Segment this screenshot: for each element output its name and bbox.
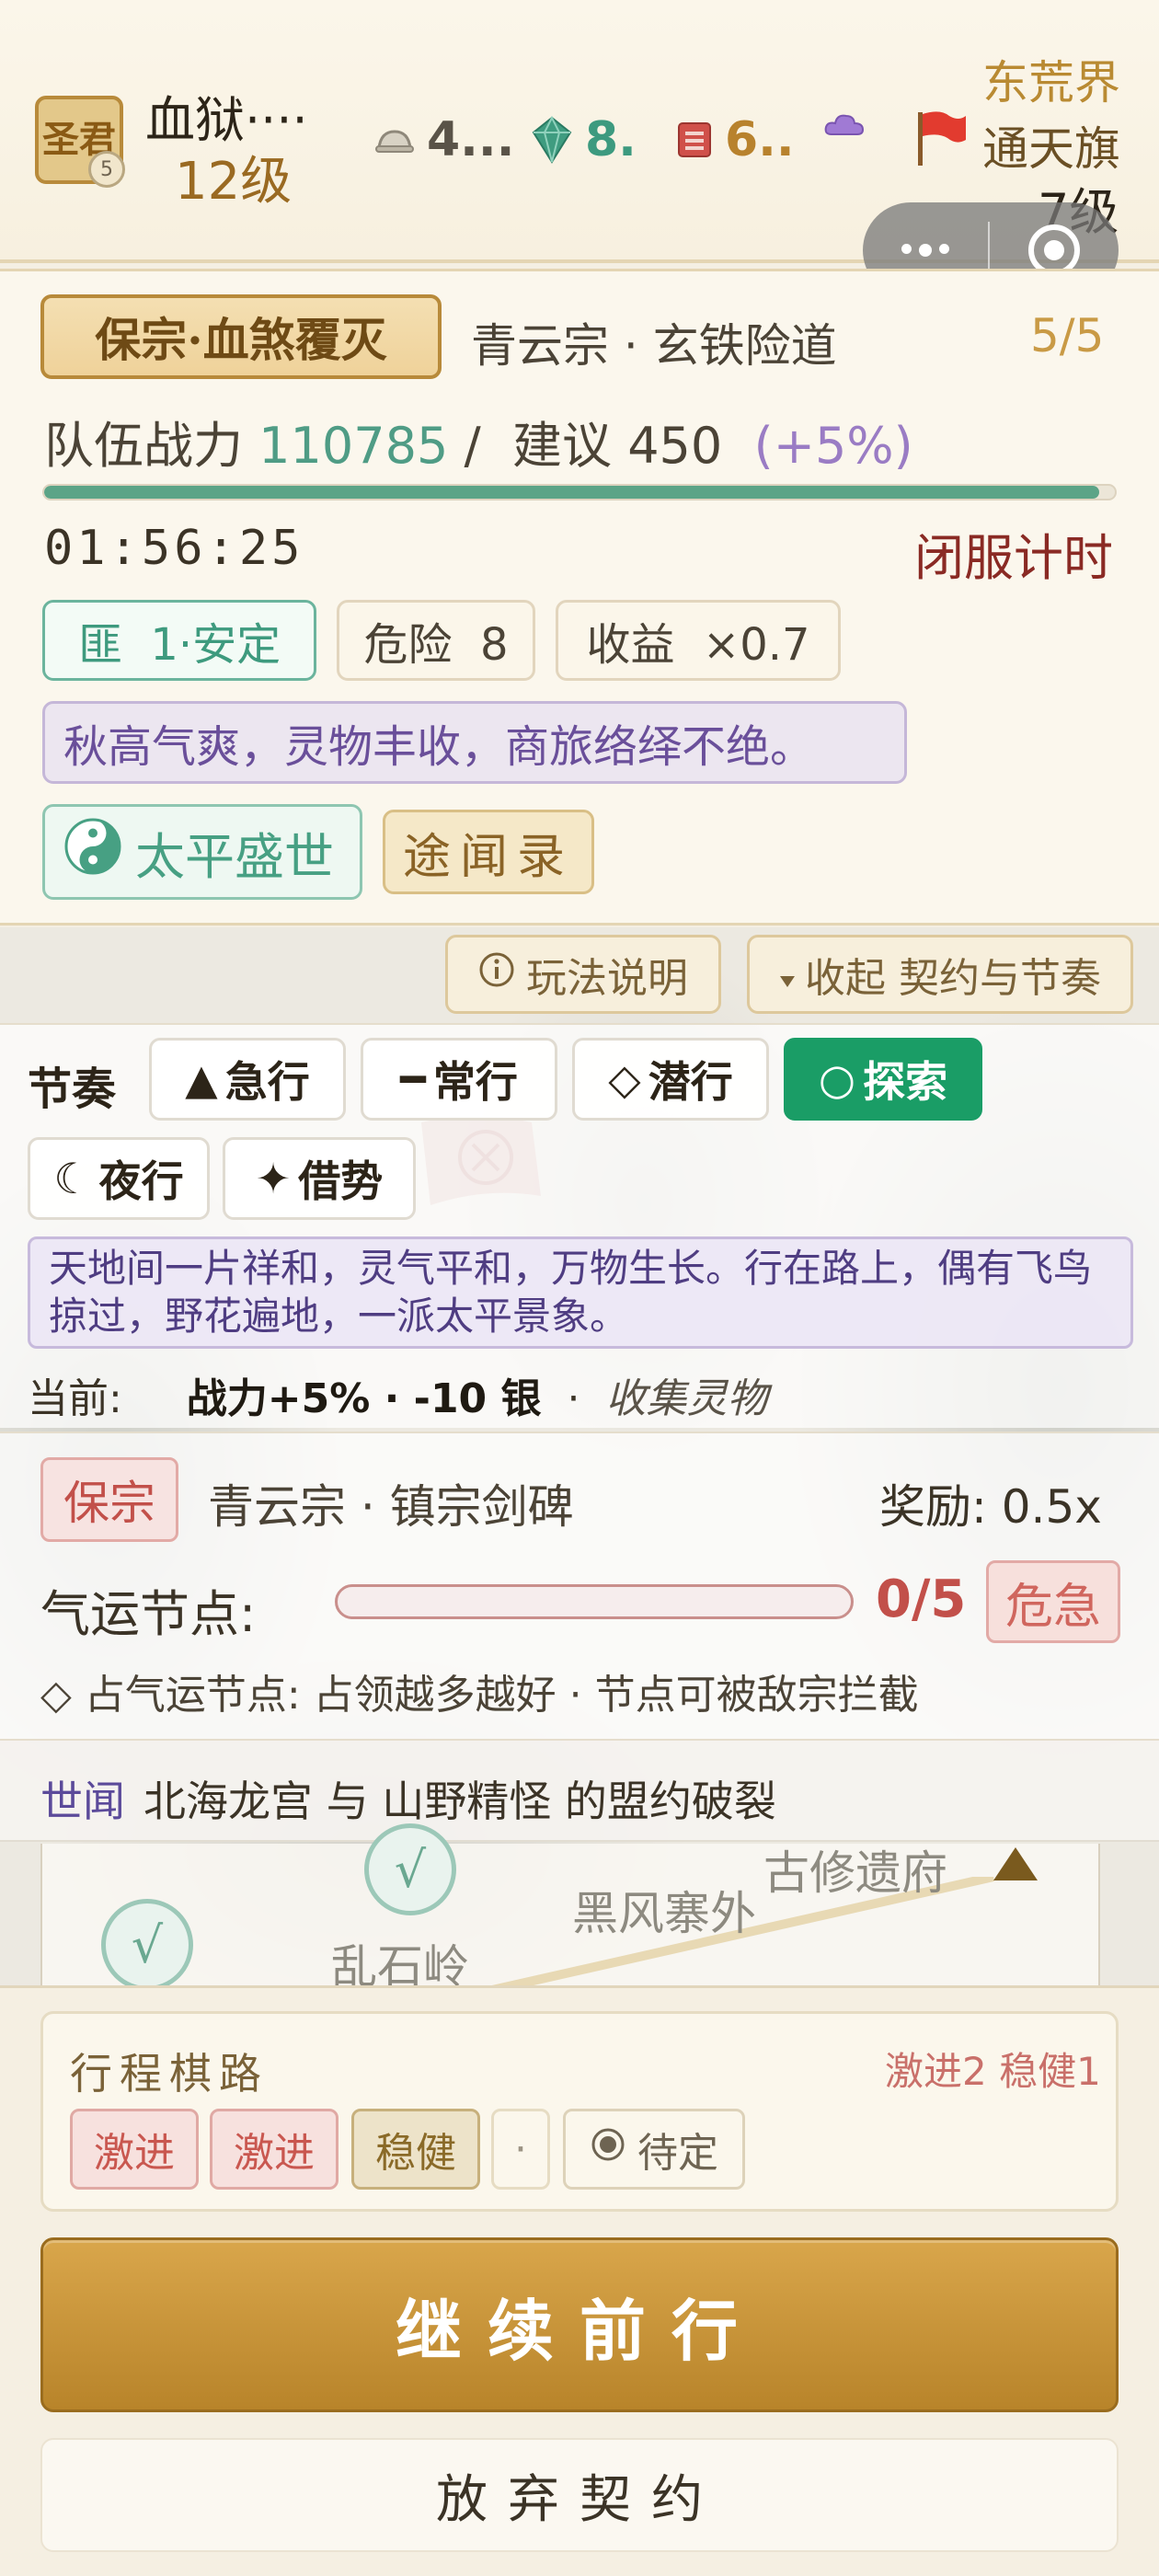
map-location-label: 古修遗府 — [763, 1846, 947, 1900]
current-effect: 战力+5% · -10 银 — [186, 1375, 542, 1422]
sparkle-icon: ✦ — [255, 1154, 292, 1203]
season-banner: 秋高气爽，灵物丰收，商旅络绎不绝。 — [42, 701, 907, 784]
collapse-contract-button[interactable]: 收起 契约与节奏 — [747, 935, 1133, 1014]
pace-option-normal[interactable]: ━ 常行 — [361, 1038, 557, 1121]
route-stats: 激进2 稳健1 — [885, 2049, 1101, 2094]
world-news-label: 世闻 — [40, 1777, 125, 1826]
help-label: 玩法说明 — [526, 955, 688, 1002]
mission-count: 5/5 — [1030, 309, 1105, 362]
team-power-row: 队伍战力 110785 / 建议 450 (+5%) — [44, 405, 913, 477]
radio-icon — [590, 2126, 626, 2173]
mission-location: 青云宗 · 玄铁险道 — [471, 319, 837, 373]
hat-icon — [375, 126, 414, 154]
landmark-triangle-icon[interactable] — [992, 1846, 1039, 1886]
pending-label: 待定 — [637, 2130, 718, 2177]
resource-hat[interactable]: 4... — [375, 112, 514, 167]
fortune-node-progress-bar — [335, 1584, 854, 1619]
book-icon — [677, 121, 712, 158]
yield-chip[interactable]: 收益 ×0.7 — [556, 600, 841, 681]
more-menu-icon[interactable] — [863, 244, 988, 257]
pace-option-label: 探索 — [863, 1057, 948, 1107]
sect-target-name: 青云宗 · 镇宗剑碑 — [208, 1480, 574, 1534]
current-dot: · — [567, 1375, 580, 1422]
pace-option-rush[interactable]: ▲ 急行 — [149, 1038, 346, 1121]
moon-icon: ☾ — [53, 1154, 92, 1203]
pace-option-label: 常行 — [432, 1057, 518, 1107]
resource-gem-value: 8. — [585, 112, 637, 167]
map-location-label: 黑风寨外 — [572, 1887, 756, 1940]
resource-hat-value: 4... — [427, 112, 515, 167]
route-step[interactable]: · — [491, 2109, 550, 2190]
era-badge[interactable]: 太平盛世 — [42, 804, 362, 900]
pace-option-label: 夜行 — [98, 1156, 184, 1206]
mission-progress-fill — [44, 486, 1099, 499]
fortune-node-label: 气运节点: — [40, 1585, 257, 1643]
route-step[interactable]: 激进 — [210, 2109, 339, 2190]
pace-option-explore[interactable]: ○ 探索 — [784, 1038, 982, 1121]
current-pace-summary: 当前: 战力+5% · -10 银 · 收集灵物 — [28, 1365, 767, 1424]
pace-option-label: 借势 — [298, 1156, 384, 1206]
current-task: 收集灵物 — [605, 1375, 768, 1422]
power-value: 110785 — [258, 417, 449, 475]
map-node-cleared[interactable]: √ — [101, 1899, 193, 1991]
pace-description: 天地间一片祥和，灵气平和，万物生长。行在路上，偶有飞鸟掠过，野花遍地，一派太平景… — [28, 1236, 1133, 1349]
route-step-pending[interactable]: 待定 — [563, 2109, 745, 2190]
caret-down-icon — [779, 951, 796, 998]
triangle-icon: ▲ — [185, 1054, 218, 1104]
suggest-label: 建议 — [512, 417, 613, 475]
abandon-contract-button[interactable]: 放弃契约 — [40, 2438, 1119, 2552]
suggest-value: 450 — [627, 417, 723, 475]
realm-name: 东荒界 — [982, 56, 1120, 109]
player-level: 12级 — [175, 152, 293, 212]
check-icon: √ — [394, 1840, 427, 1899]
avatar-rank-badge: 5 — [88, 151, 125, 188]
sect-tag: 保宗 — [40, 1457, 178, 1542]
resource-book-value: 6.. — [725, 112, 795, 167]
continue-button[interactable]: 继续前行 — [40, 2237, 1119, 2412]
map-node-cleared[interactable]: √ — [364, 1823, 456, 1915]
power-label: 队伍战力 — [44, 417, 243, 475]
mission-progress-bar — [42, 484, 1117, 500]
power-bonus: (+5%) — [753, 417, 913, 475]
danger-chip[interactable]: 危险 8 — [337, 600, 535, 681]
realm-flag-name: 通天旗 — [982, 122, 1120, 176]
diamond-icon: ◇ — [608, 1054, 641, 1104]
countdown-timer: 01:56:25 — [44, 521, 304, 576]
era-label: 太平盛世 — [135, 827, 334, 886]
route-step[interactable]: 稳健 — [351, 2109, 480, 2190]
pace-option-label: 急行 — [224, 1057, 310, 1107]
current-label: 当前: — [28, 1375, 122, 1422]
pace-label: 节奏 — [28, 1064, 117, 1115]
rumor-log-button[interactable]: 途闻录 — [383, 810, 594, 894]
power-separator: / — [464, 417, 481, 475]
pace-option-night[interactable]: ☾ 夜行 — [28, 1137, 210, 1220]
pace-option-label: 潜行 — [648, 1057, 733, 1107]
route-step[interactable]: 激进 — [70, 2109, 199, 2190]
route-title: 行程棋路 — [70, 2049, 269, 2099]
region-status-chip[interactable]: 匪 1·安定 — [42, 600, 316, 681]
resource-book[interactable]: 6.. — [677, 112, 795, 167]
collapse-label: 收起 契约与节奏 — [805, 955, 1101, 1002]
cloud-icon — [824, 112, 865, 138]
mission-tag: 保宗·血煞覆灭 — [40, 294, 442, 379]
yin-yang-icon — [63, 817, 122, 888]
red-flag-icon — [912, 109, 970, 171]
dash-icon: ━ — [400, 1054, 426, 1104]
resource-cloud[interactable] — [824, 112, 878, 138]
pace-option-leverage[interactable]: ✦ 借势 — [223, 1137, 416, 1220]
resource-gem[interactable]: 8. — [532, 112, 637, 167]
fortune-node-hint: ◇ 占气运节点: 占领越多越好 · 节点可被敌宗拦截 — [40, 1672, 919, 1719]
world-news-text: 北海龙宫 与 山野精怪 的盟约破裂 — [143, 1777, 776, 1826]
gem-icon — [532, 116, 572, 164]
circle-icon: ○ — [818, 1054, 856, 1104]
reward-multiplier: 奖励: 0.5x — [879, 1480, 1102, 1534]
info-icon — [478, 951, 515, 998]
help-button[interactable]: 玩法说明 — [445, 935, 721, 1014]
urgent-badge: 危急 — [986, 1560, 1120, 1643]
server-close-label: 闭服计时 — [914, 529, 1113, 587]
check-icon: √ — [131, 1915, 164, 1974]
fortune-node-count: 0/5 — [876, 1570, 967, 1629]
pace-option-stealth[interactable]: ◇ 潜行 — [572, 1038, 769, 1121]
